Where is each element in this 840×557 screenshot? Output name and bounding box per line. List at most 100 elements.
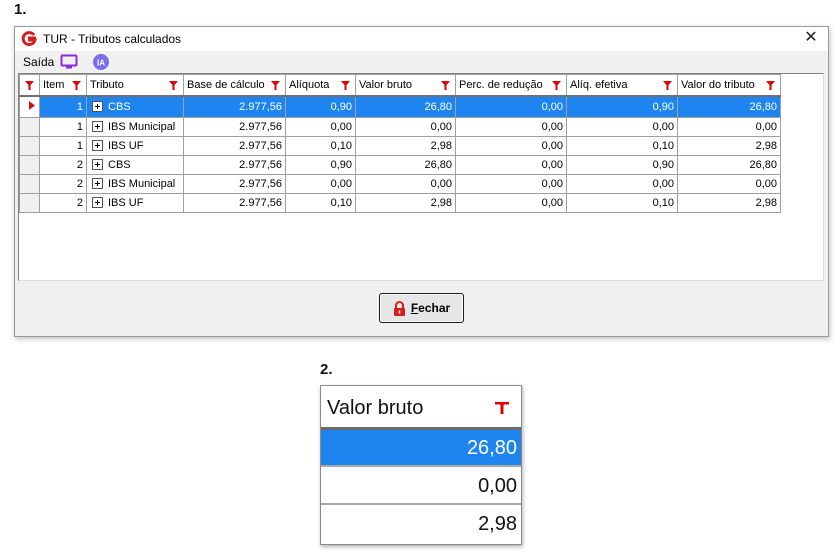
cell-aliquota[interactable]: 0,90: [285, 95, 356, 118]
cell-valor-tributo[interactable]: 2,98: [677, 135, 781, 156]
cell-aliq-efetiva[interactable]: 0,00: [566, 116, 678, 137]
cell-item[interactable]: 1: [39, 95, 87, 118]
header-tributo[interactable]: Tributo: [86, 74, 184, 97]
row-indicator[interactable]: [19, 116, 40, 137]
header-aliquota[interactable]: Alíquota: [285, 74, 356, 97]
filter-icon[interactable]: [766, 81, 775, 90]
expand-icon[interactable]: [92, 178, 103, 190]
zoom-cell[interactable]: 2,98: [321, 506, 521, 543]
cell-base[interactable]: 2.977,56: [183, 135, 286, 156]
table-row[interactable]: 1 CBS 2.977,56 0,90 26,80 0,00 0,90 26,80: [19, 95, 781, 118]
cell-perc-reducao[interactable]: 0,00: [455, 135, 567, 156]
cell-perc-reducao[interactable]: 0,00: [455, 95, 567, 118]
filter-icon[interactable]: [271, 81, 280, 90]
tributos-grid[interactable]: Item Tributo Base de cálculo Alíquota Va…: [18, 73, 824, 281]
cell-item[interactable]: 2: [39, 173, 87, 194]
cell-perc-reducao[interactable]: 0,00: [455, 192, 567, 213]
monitor-icon[interactable]: [59, 53, 79, 71]
cell-valor-bruto[interactable]: 2,98: [355, 192, 456, 213]
expand-icon[interactable]: [92, 121, 103, 133]
cell-aliquota[interactable]: 0,90: [285, 154, 356, 175]
header-indicator[interactable]: [19, 74, 40, 97]
header-valor-tributo[interactable]: Valor do tributo: [677, 74, 781, 97]
cell-aliq-efetiva[interactable]: 0,90: [566, 95, 678, 118]
cell-aliquota[interactable]: 0,10: [285, 192, 356, 213]
cell-tributo[interactable]: IBS Municipal: [86, 173, 184, 194]
cell-base[interactable]: 2.977,56: [183, 116, 286, 137]
cell-aliquota[interactable]: 0,00: [285, 173, 356, 194]
cell-valor-tributo[interactable]: 26,80: [677, 95, 781, 118]
row-indicator[interactable]: [19, 173, 40, 194]
filter-icon[interactable]: [169, 81, 178, 90]
filter-icon[interactable]: [495, 402, 509, 414]
filter-icon[interactable]: [341, 81, 350, 90]
filter-icon[interactable]: [441, 81, 450, 90]
filter-icon[interactable]: [663, 81, 672, 90]
cell-aliq-efetiva[interactable]: 0,00: [566, 173, 678, 194]
tributo-label: CBS: [108, 158, 131, 171]
expand-icon[interactable]: [92, 197, 103, 209]
tributo-label: CBS: [108, 100, 131, 113]
expand-icon[interactable]: [92, 159, 103, 171]
cell-tributo[interactable]: IBS UF: [86, 192, 184, 213]
row-indicator[interactable]: [19, 135, 40, 156]
cell-base[interactable]: 2.977,56: [183, 192, 286, 213]
cell-perc-reducao[interactable]: 0,00: [455, 173, 567, 194]
cell-tributo[interactable]: IBS UF: [86, 135, 184, 156]
cell-item[interactable]: 2: [39, 192, 87, 213]
row-indicator[interactable]: [19, 192, 40, 213]
table-row[interactable]: 1 IBS Municipal 2.977,56 0,00 0,00 0,00 0,00 0,…: [19, 116, 781, 137]
filter-icon[interactable]: [25, 81, 34, 90]
filter-icon[interactable]: [552, 81, 561, 90]
expand-icon[interactable]: [92, 101, 103, 113]
cell-valor-tributo[interactable]: 0,00: [677, 173, 781, 194]
header-valor-bruto[interactable]: Valor bruto: [355, 74, 456, 97]
cell-aliq-efetiva[interactable]: 0,10: [566, 135, 678, 156]
zoom-header-valor-bruto[interactable]: Valor bruto: [321, 386, 521, 430]
filter-icon[interactable]: [72, 81, 81, 90]
header-aliq-efetiva[interactable]: Alíq. efetiva: [566, 74, 678, 97]
tributo-label: IBS Municipal: [108, 120, 176, 133]
header-base-calculo[interactable]: Base de cálculo: [183, 74, 286, 97]
cell-valor-tributo[interactable]: 26,80: [677, 154, 781, 175]
close-icon[interactable]: ✕: [802, 29, 820, 47]
header-item[interactable]: Item: [39, 74, 87, 97]
cell-aliq-efetiva[interactable]: 0,90: [566, 154, 678, 175]
cell-valor-bruto[interactable]: 26,80: [355, 154, 456, 175]
cell-valor-tributo[interactable]: 2,98: [677, 192, 781, 213]
cell-valor-bruto[interactable]: 26,80: [355, 95, 456, 118]
table-row[interactable]: 1 IBS UF 2.977,56 0,10 2,98 0,00 0,10 2,98: [19, 135, 781, 156]
cell-valor-bruto[interactable]: 0,00: [355, 116, 456, 137]
cell-tributo[interactable]: CBS: [86, 154, 184, 175]
expand-icon[interactable]: [92, 140, 103, 152]
table-row[interactable]: 2 IBS Municipal 2.977,56 0,00 0,00 0,00 0,00 0,…: [19, 173, 781, 194]
app-logo-icon: [21, 31, 37, 47]
ia-assistant-icon[interactable]: IA: [91, 53, 111, 71]
table-row[interactable]: 2 CBS 2.977,56 0,90 26,80 0,00 0,90 26,80: [19, 154, 781, 175]
zoom-cell[interactable]: 0,00: [321, 468, 521, 505]
table-row[interactable]: 2 IBS UF 2.977,56 0,10 2,98 0,00 0,10 2,98: [19, 192, 781, 213]
cell-aliquota[interactable]: 0,00: [285, 116, 356, 137]
fechar-button[interactable]: Fechar: [379, 293, 464, 323]
zoom-cell[interactable]: 26,80: [321, 430, 521, 467]
cell-valor-bruto[interactable]: 2,98: [355, 135, 456, 156]
cell-tributo[interactable]: IBS Municipal: [86, 116, 184, 137]
cell-aliquota[interactable]: 0,10: [285, 135, 356, 156]
cell-item[interactable]: 1: [39, 135, 87, 156]
cell-valor-tributo[interactable]: 0,00: [677, 116, 781, 137]
cell-item[interactable]: 1: [39, 116, 87, 137]
cell-base[interactable]: 2.977,56: [183, 173, 286, 194]
menu-saida[interactable]: Saída: [23, 55, 54, 69]
tributo-label: IBS UF: [108, 139, 144, 152]
cell-valor-bruto[interactable]: 0,00: [355, 173, 456, 194]
cell-base[interactable]: 2.977,56: [183, 95, 286, 118]
cell-perc-reducao[interactable]: 0,00: [455, 116, 567, 137]
cell-aliq-efetiva[interactable]: 0,10: [566, 192, 678, 213]
row-indicator[interactable]: [19, 154, 40, 175]
cell-base[interactable]: 2.977,56: [183, 154, 286, 175]
cell-item[interactable]: 2: [39, 154, 87, 175]
header-perc-reducao[interactable]: Perc. de redução: [455, 74, 567, 97]
row-indicator[interactable]: [19, 95, 40, 118]
cell-tributo[interactable]: CBS: [86, 95, 184, 118]
cell-perc-reducao[interactable]: 0,00: [455, 154, 567, 175]
